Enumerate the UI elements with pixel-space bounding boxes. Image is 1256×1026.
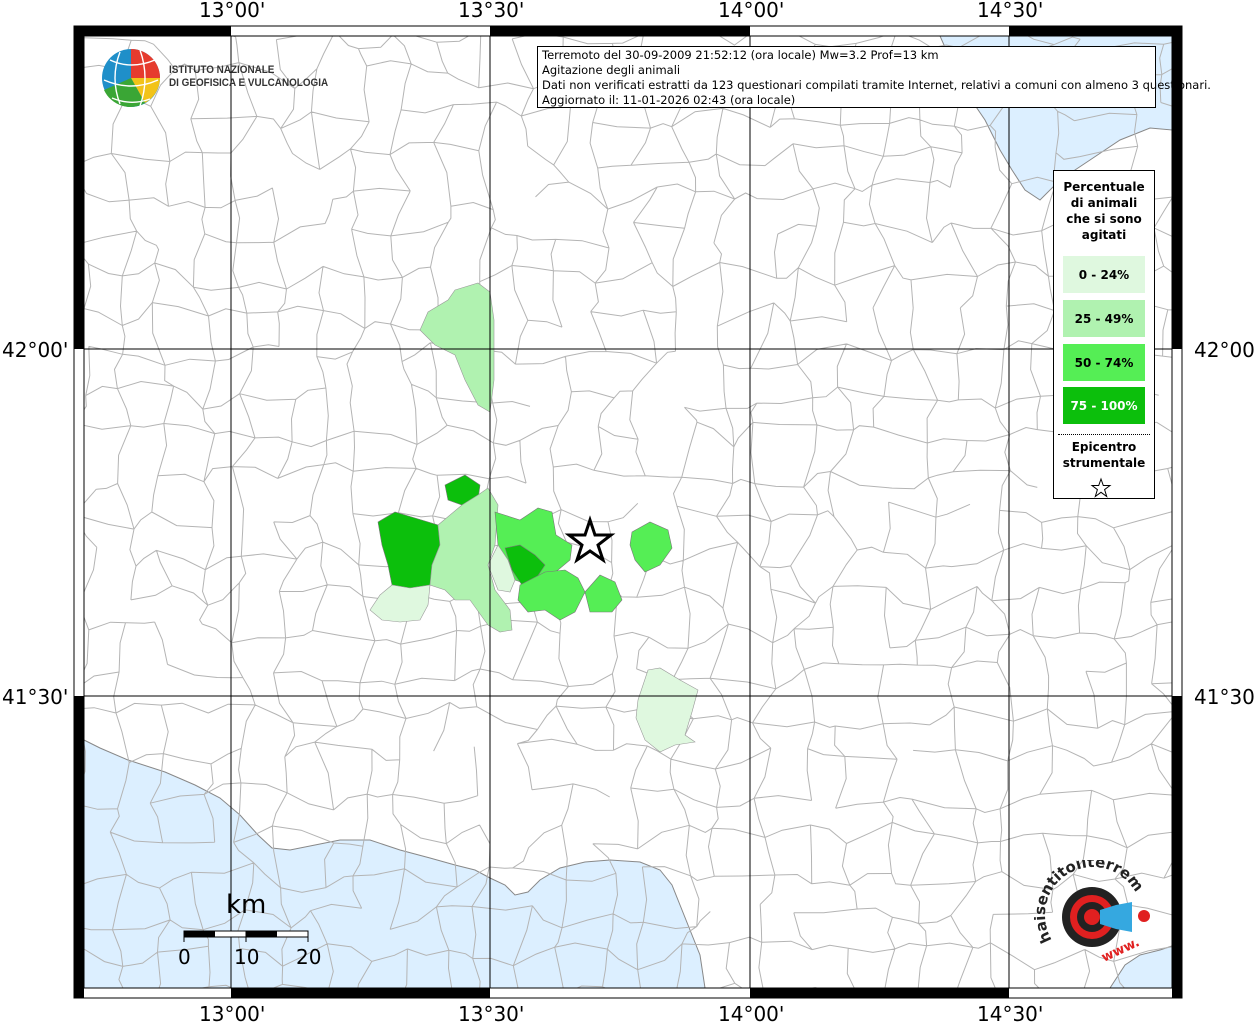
lon-tick-top: 14°00' <box>718 0 785 22</box>
lon-tick-bottom: 13°30' <box>458 1002 525 1026</box>
ingv-logo-icon <box>102 49 160 107</box>
legend-epicenter-label: Epicentro strumentale <box>1062 440 1146 470</box>
lat-tick-right: 42°00' <box>1194 338 1256 362</box>
lon-tick-bottom: 13°00' <box>199 1002 266 1026</box>
speaker-target-icon: haisentitoilterremoto.it www. <box>1029 846 1150 966</box>
legend-swatch-25-49: 25 - 49% <box>1063 300 1145 337</box>
star-icon <box>1090 477 1112 498</box>
scale-label: 0 <box>178 945 191 969</box>
lon-tick-top: 14°30' <box>977 0 1044 22</box>
lat-tick-left: 42°00' <box>2 338 69 362</box>
scale-label: 20 <box>296 945 322 969</box>
scale-label: 10 <box>234 945 260 969</box>
lon-tick-bottom: 14°30' <box>977 1002 1044 1026</box>
legend-swatch-50-74: 50 - 74% <box>1063 344 1145 381</box>
legend-divider <box>1058 434 1150 435</box>
lon-tick-top: 13°30' <box>458 0 525 22</box>
legend-swatch-75-100: 75 - 100% <box>1063 387 1145 424</box>
lat-tick-left: 41°30' <box>2 685 69 709</box>
event-updated: Aggiornato il: 11-01-2026 02:43 (ora loc… <box>542 93 796 107</box>
lat-tick-right: 41°30' <box>1194 685 1256 709</box>
lon-tick-bottom: 14°00' <box>718 1002 785 1026</box>
legend-title: Percentuale di animali che si sono agita… <box>1063 180 1145 242</box>
hst-logo: haisentitoilterremoto.it www. <box>1029 846 1164 972</box>
legend-swatch-0-24: 0 - 24% <box>1063 256 1145 293</box>
scale-unit: km <box>226 890 267 920</box>
event-subtitle: Agitazione degli animali <box>542 63 681 77</box>
event-title: Terremoto del 30-09-2009 21:52:12 (ora l… <box>542 48 939 62</box>
legend: Percentuale di animali che si sono agita… <box>1053 170 1155 499</box>
event-data-note: Dati non verificati estratti da 123 ques… <box>542 78 1211 92</box>
event-info-box: Terremoto del 30-09-2009 21:52:12 (ora l… <box>537 46 1211 108</box>
institute-name: ISTITUTO NAZIONALE DI GEOFISICA E VULCAN… <box>169 64 329 89</box>
lon-tick-top: 13°00' <box>199 0 266 22</box>
